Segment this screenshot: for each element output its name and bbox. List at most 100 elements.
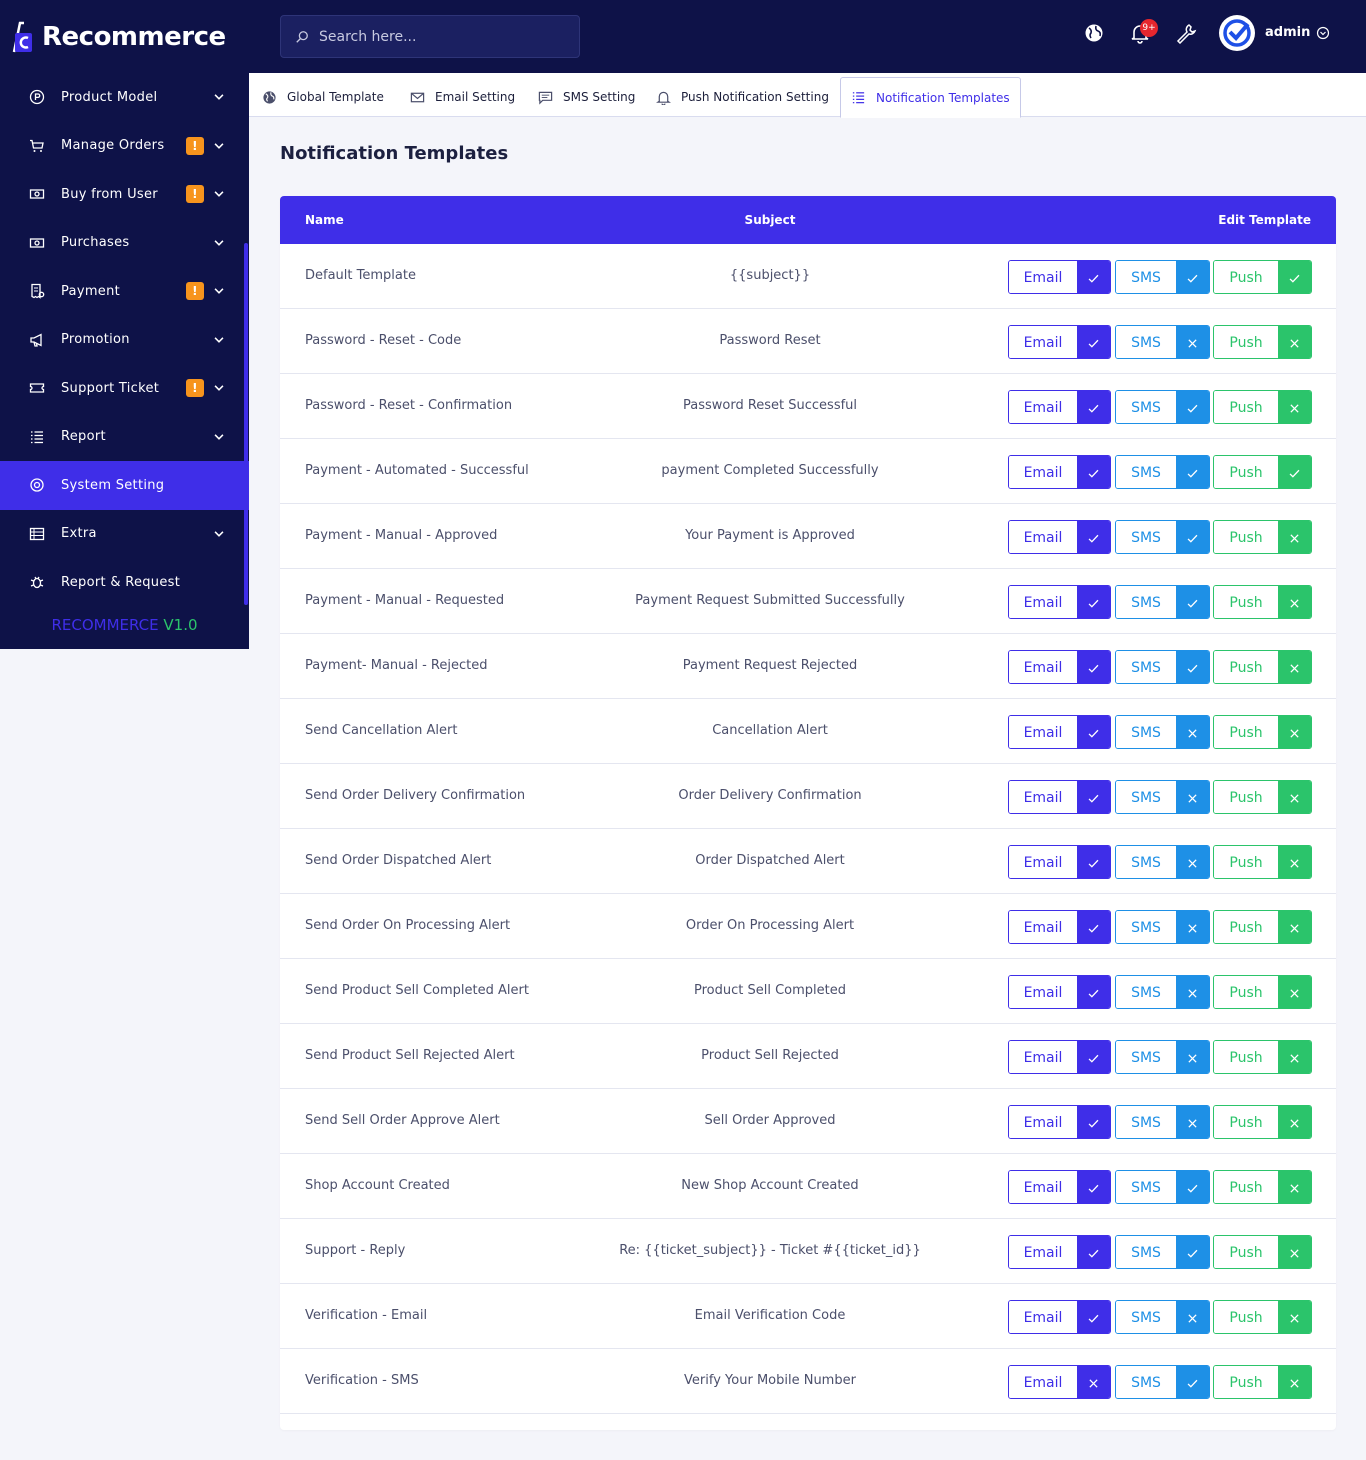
push-status-toggle[interactable] bbox=[1278, 456, 1311, 488]
search-input[interactable] bbox=[319, 28, 559, 45]
edit-email-template-button[interactable]: Email bbox=[1009, 521, 1077, 553]
push-status-toggle[interactable] bbox=[1278, 1236, 1311, 1268]
email-status-toggle[interactable] bbox=[1077, 521, 1110, 553]
push-status-toggle[interactable] bbox=[1278, 1301, 1311, 1333]
edit-push-template-button[interactable]: Push bbox=[1214, 391, 1278, 423]
email-status-toggle[interactable] bbox=[1077, 781, 1110, 813]
email-status-toggle[interactable] bbox=[1077, 911, 1110, 943]
email-status-toggle[interactable] bbox=[1077, 1041, 1110, 1073]
edit-push-template-button[interactable]: Push bbox=[1214, 846, 1278, 878]
sms-status-toggle[interactable] bbox=[1176, 456, 1209, 488]
edit-push-template-button[interactable]: Push bbox=[1214, 261, 1278, 293]
sms-status-toggle[interactable] bbox=[1176, 326, 1209, 358]
email-status-toggle[interactable] bbox=[1077, 261, 1110, 293]
email-status-toggle[interactable] bbox=[1077, 586, 1110, 618]
sidebar-item-payment[interactable]: Payment! bbox=[0, 267, 249, 316]
email-status-toggle[interactable] bbox=[1077, 1106, 1110, 1138]
edit-push-template-button[interactable]: Push bbox=[1214, 781, 1278, 813]
edit-push-template-button[interactable]: Push bbox=[1214, 1171, 1278, 1203]
edit-sms-template-button[interactable]: SMS bbox=[1116, 1236, 1176, 1268]
edit-push-template-button[interactable]: Push bbox=[1214, 586, 1278, 618]
tab-notification-templates[interactable]: Notification Templates bbox=[840, 77, 1021, 118]
tab-sms-setting[interactable]: SMS Setting bbox=[538, 77, 635, 117]
edit-email-template-button[interactable]: Email bbox=[1009, 1041, 1077, 1073]
globe-icon[interactable] bbox=[1083, 22, 1105, 44]
push-status-toggle[interactable] bbox=[1278, 586, 1311, 618]
email-status-toggle[interactable] bbox=[1077, 456, 1110, 488]
sms-status-toggle[interactable] bbox=[1176, 586, 1209, 618]
edit-sms-template-button[interactable]: SMS bbox=[1116, 521, 1176, 553]
edit-sms-template-button[interactable]: SMS bbox=[1116, 1366, 1176, 1398]
edit-push-template-button[interactable]: Push bbox=[1214, 716, 1278, 748]
edit-email-template-button[interactable]: Email bbox=[1009, 1301, 1077, 1333]
edit-sms-template-button[interactable]: SMS bbox=[1116, 261, 1176, 293]
push-status-toggle[interactable] bbox=[1278, 716, 1311, 748]
edit-email-template-button[interactable]: Email bbox=[1009, 1106, 1077, 1138]
edit-email-template-button[interactable]: Email bbox=[1009, 911, 1077, 943]
edit-email-template-button[interactable]: Email bbox=[1009, 716, 1077, 748]
sidebar-item-manage-orders[interactable]: Manage Orders! bbox=[0, 122, 249, 171]
email-status-toggle[interactable] bbox=[1077, 391, 1110, 423]
push-status-toggle[interactable] bbox=[1278, 1041, 1311, 1073]
edit-email-template-button[interactable]: Email bbox=[1009, 651, 1077, 683]
edit-email-template-button[interactable]: Email bbox=[1009, 391, 1077, 423]
edit-email-template-button[interactable]: Email bbox=[1009, 781, 1077, 813]
push-status-toggle[interactable] bbox=[1278, 781, 1311, 813]
edit-email-template-button[interactable]: Email bbox=[1009, 1366, 1077, 1398]
edit-sms-template-button[interactable]: SMS bbox=[1116, 846, 1176, 878]
edit-email-template-button[interactable]: Email bbox=[1009, 846, 1077, 878]
edit-email-template-button[interactable]: Email bbox=[1009, 326, 1077, 358]
push-status-toggle[interactable] bbox=[1278, 1106, 1311, 1138]
push-status-toggle[interactable] bbox=[1278, 261, 1311, 293]
edit-email-template-button[interactable]: Email bbox=[1009, 1171, 1077, 1203]
edit-sms-template-button[interactable]: SMS bbox=[1116, 586, 1176, 618]
sidebar-scrollbar[interactable] bbox=[244, 243, 248, 605]
edit-email-template-button[interactable]: Email bbox=[1009, 586, 1077, 618]
sidebar-item-report[interactable]: Report bbox=[0, 413, 249, 462]
edit-push-template-button[interactable]: Push bbox=[1214, 976, 1278, 1008]
edit-sms-template-button[interactable]: SMS bbox=[1116, 1106, 1176, 1138]
chevron-down-icon[interactable] bbox=[1316, 26, 1330, 40]
sidebar-item-system-setting[interactable]: System Setting bbox=[0, 461, 249, 510]
sidebar-item-extra[interactable]: Extra bbox=[0, 510, 249, 559]
edit-push-template-button[interactable]: Push bbox=[1214, 651, 1278, 683]
tab-global-template[interactable]: Global Template bbox=[262, 77, 384, 117]
edit-sms-template-button[interactable]: SMS bbox=[1116, 391, 1176, 423]
push-status-toggle[interactable] bbox=[1278, 911, 1311, 943]
edit-sms-template-button[interactable]: SMS bbox=[1116, 716, 1176, 748]
sidebar-item-buy-from-user[interactable]: Buy from User! bbox=[0, 170, 249, 219]
sms-status-toggle[interactable] bbox=[1176, 391, 1209, 423]
edit-email-template-button[interactable]: Email bbox=[1009, 261, 1077, 293]
sms-status-toggle[interactable] bbox=[1176, 911, 1209, 943]
avatar[interactable] bbox=[1219, 15, 1255, 51]
user-name[interactable]: admin bbox=[1265, 25, 1310, 40]
sms-status-toggle[interactable] bbox=[1176, 1366, 1209, 1398]
edit-push-template-button[interactable]: Push bbox=[1214, 1106, 1278, 1138]
edit-sms-template-button[interactable]: SMS bbox=[1116, 1171, 1176, 1203]
edit-push-template-button[interactable]: Push bbox=[1214, 1366, 1278, 1398]
edit-sms-template-button[interactable]: SMS bbox=[1116, 911, 1176, 943]
sms-status-toggle[interactable] bbox=[1176, 781, 1209, 813]
sidebar-item-purchases[interactable]: Purchases bbox=[0, 219, 249, 268]
edit-push-template-button[interactable]: Push bbox=[1214, 456, 1278, 488]
push-status-toggle[interactable] bbox=[1278, 391, 1311, 423]
sms-status-toggle[interactable] bbox=[1176, 651, 1209, 683]
sidebar-item-promotion[interactable]: Promotion bbox=[0, 316, 249, 365]
email-status-toggle[interactable] bbox=[1077, 1236, 1110, 1268]
sidebar-item-product-model[interactable]: Product Model bbox=[0, 73, 249, 122]
push-status-toggle[interactable] bbox=[1278, 846, 1311, 878]
sms-status-toggle[interactable] bbox=[1176, 521, 1209, 553]
sms-status-toggle[interactable] bbox=[1176, 1041, 1209, 1073]
email-status-toggle[interactable] bbox=[1077, 1171, 1110, 1203]
edit-push-template-button[interactable]: Push bbox=[1214, 911, 1278, 943]
sms-status-toggle[interactable] bbox=[1176, 976, 1209, 1008]
sms-status-toggle[interactable] bbox=[1176, 846, 1209, 878]
wrench-icon[interactable] bbox=[1175, 22, 1197, 44]
email-status-toggle[interactable] bbox=[1077, 846, 1110, 878]
tab-email-setting[interactable]: Email Setting bbox=[410, 77, 515, 117]
edit-sms-template-button[interactable]: SMS bbox=[1116, 781, 1176, 813]
email-status-toggle[interactable] bbox=[1077, 976, 1110, 1008]
sms-status-toggle[interactable] bbox=[1176, 1236, 1209, 1268]
push-status-toggle[interactable] bbox=[1278, 976, 1311, 1008]
edit-push-template-button[interactable]: Push bbox=[1214, 1041, 1278, 1073]
